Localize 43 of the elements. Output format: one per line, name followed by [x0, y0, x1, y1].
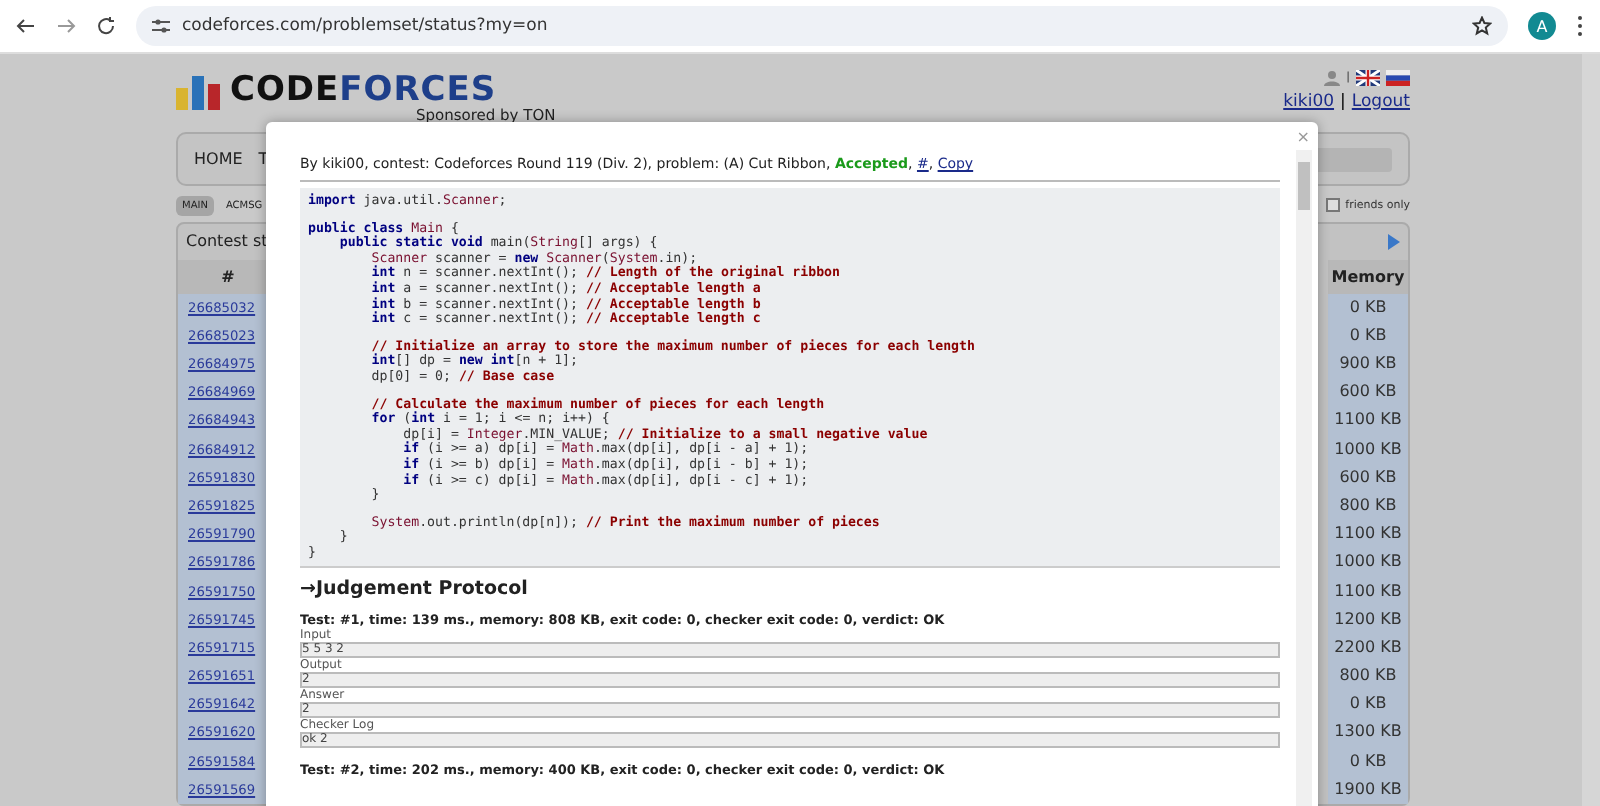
arrow-right-icon[interactable]	[1388, 233, 1400, 250]
table-cell: 0 KB	[1328, 747, 1408, 776]
reload-icon[interactable]	[96, 16, 116, 36]
table-cell: 0 KB	[1328, 293, 1408, 322]
table-caption: Contest st	[186, 232, 268, 251]
table-cell: 2200 KB	[1328, 633, 1408, 663]
table-cell: 600 KB	[1328, 463, 1408, 492]
table-cell: 1000 KB	[1328, 435, 1408, 464]
table-cell: 800 KB	[1328, 662, 1408, 691]
table-cell: 1100 KB	[1328, 520, 1408, 549]
search-field[interactable]	[1312, 147, 1392, 172]
table-cell: 900 KB	[1328, 350, 1408, 379]
address-bar[interactable]: codeforces.com/problemset/status?my=on	[136, 6, 1508, 46]
nav-item[interactable]: HOME	[194, 150, 243, 169]
table-cell: 1000 KB	[1328, 548, 1408, 577]
table-cell: 800 KB	[1328, 491, 1408, 521]
back-icon[interactable]	[16, 16, 36, 36]
site-settings-icon[interactable]	[152, 18, 170, 34]
russian-flag-icon[interactable]	[1386, 70, 1410, 86]
table-cell: 1100 KB	[1328, 406, 1408, 436]
scrollbar-thumb[interactable]	[1298, 162, 1310, 210]
english-flag-icon[interactable]	[1356, 70, 1380, 86]
column-header: Memory	[1328, 259, 1408, 294]
table-cell: 0 KB	[1328, 690, 1408, 719]
table-cell: 1100 KB	[1328, 577, 1408, 606]
logo-icon	[176, 74, 220, 110]
close-button[interactable]: ×	[1296, 128, 1310, 146]
menu-icon[interactable]	[1576, 14, 1584, 38]
table-cell: 1900 KB	[1328, 775, 1408, 804]
logo-text: FORCES	[339, 70, 497, 110]
section-title: →Judgement Protocol	[300, 578, 530, 601]
logo-text: CODE	[230, 70, 340, 110]
bookmark-star-icon[interactable]	[1472, 16, 1492, 36]
table-cell: 0 KB	[1328, 321, 1408, 350]
profile-avatar[interactable]: A	[1528, 12, 1556, 40]
separator-text: |	[1340, 92, 1346, 112]
table-cell: 600 KB	[1328, 378, 1408, 407]
forward-icon[interactable]	[56, 16, 76, 36]
logout-link[interactable]: Logout	[1351, 92, 1410, 112]
table-cell: 1300 KB	[1328, 718, 1408, 748]
checkbox[interactable]	[1325, 198, 1340, 213]
table-cell: 1200 KB	[1328, 605, 1408, 634]
username-link[interactable]: kiki00	[1283, 92, 1335, 112]
